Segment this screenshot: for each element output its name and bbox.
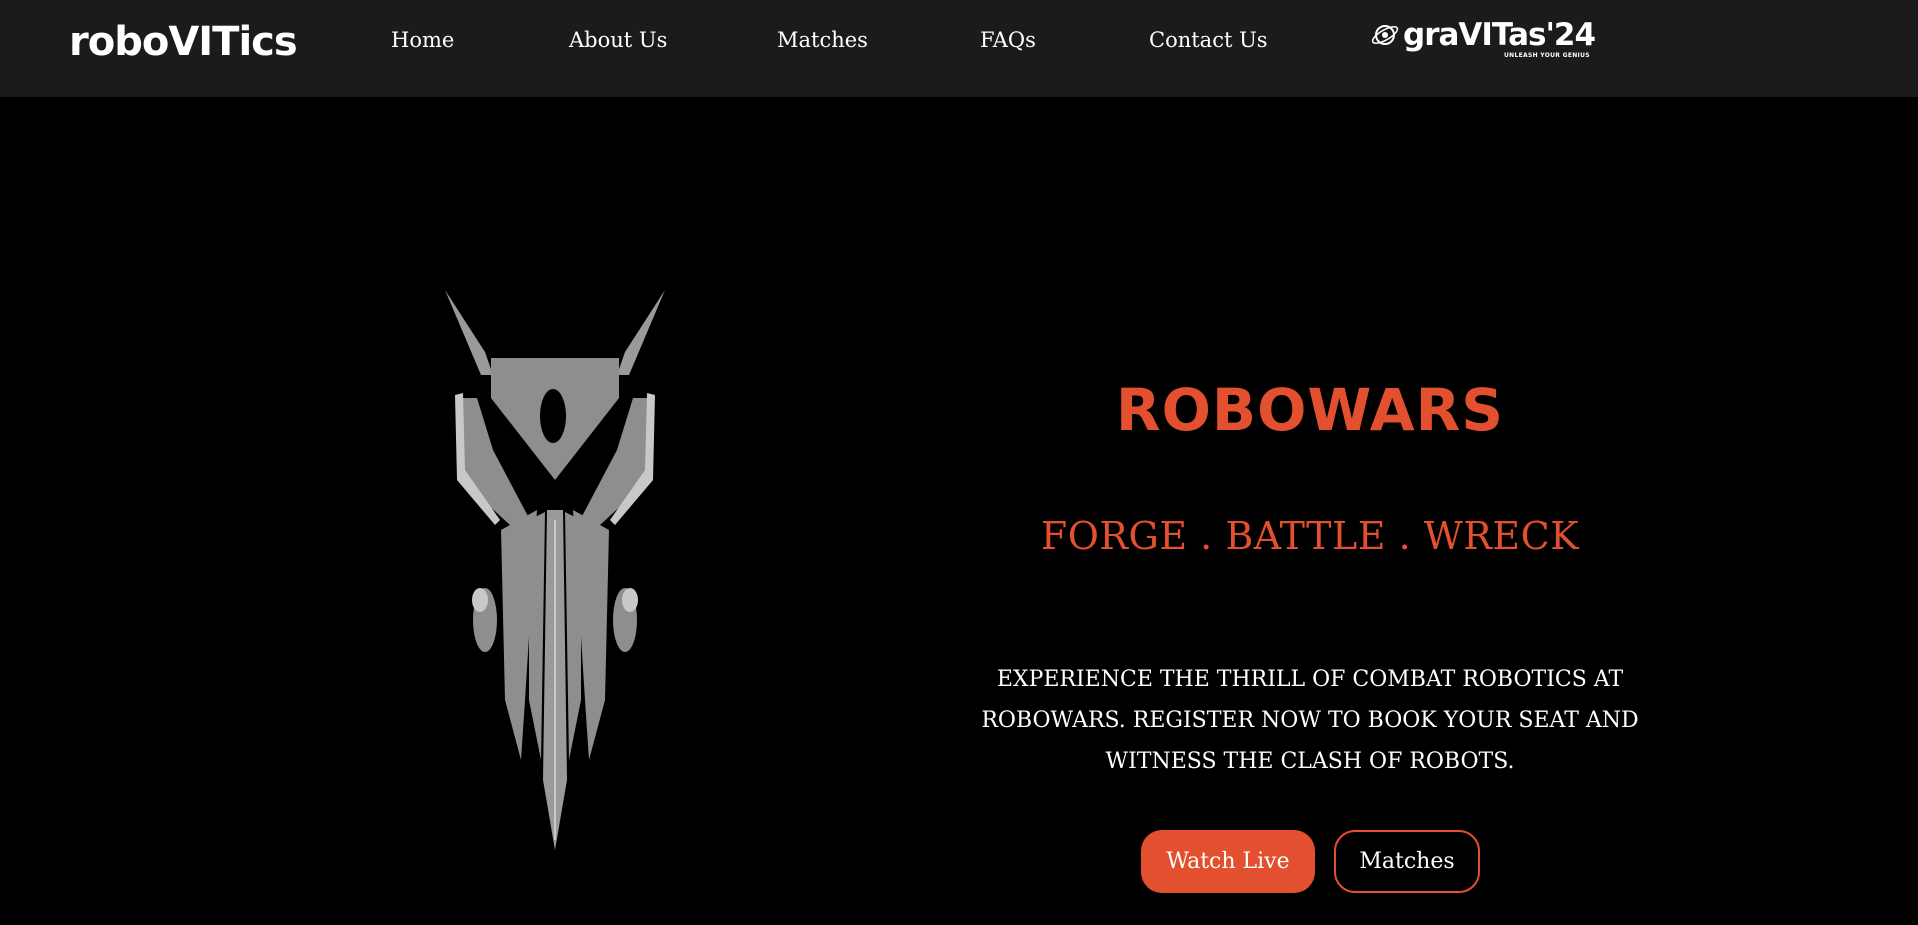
- gravitas-logo[interactable]: graVITas'24 UNLEASH YOUR GENIUS: [1370, 16, 1596, 64]
- hero-description: Experience the thrill of combat robotics…: [981, 667, 1639, 774]
- nav-home[interactable]: Home: [391, 28, 454, 52]
- nav-faqs[interactable]: FAQs: [980, 28, 1036, 52]
- gravitas-tagline: UNLEASH YOUR GENIUS: [1504, 52, 1590, 59]
- nav-matches[interactable]: Matches: [777, 28, 868, 52]
- hero-title: ROBOWARS: [1115, 376, 1505, 444]
- navbar: roboVITics Home About Us Matches FAQs Co…: [0, 0, 1918, 97]
- brand-logo[interactable]: roboVITics: [69, 14, 298, 70]
- robot-emblem-icon: [445, 290, 665, 850]
- matches-button[interactable]: Matches: [1334, 830, 1480, 893]
- gravitas-wordmark: graVITas'24: [1403, 17, 1596, 53]
- planet-logo-icon: [1371, 25, 1399, 45]
- watch-live-button[interactable]: Watch Live: [1141, 830, 1315, 893]
- nav-about-us[interactable]: About Us: [569, 28, 667, 52]
- nav-contact-us[interactable]: Contact Us: [1149, 28, 1268, 52]
- hero-tagline: FORGE . BATTLE . WRECK: [1040, 514, 1580, 558]
